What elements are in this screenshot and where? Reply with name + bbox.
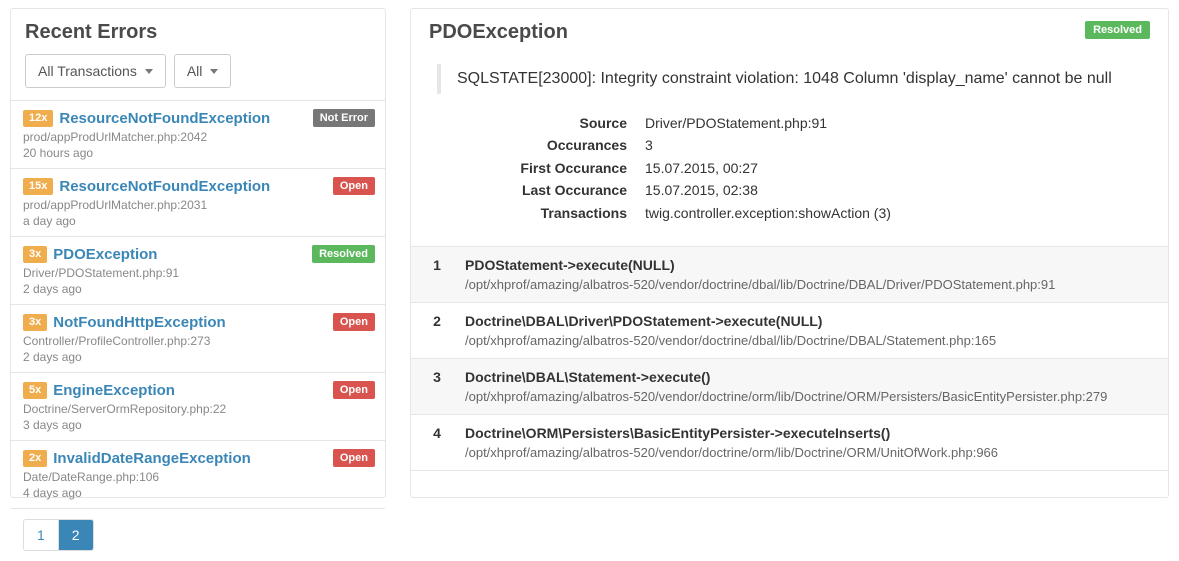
trace-number: 2 xyxy=(429,313,445,348)
error-name-link[interactable]: ResourceNotFoundException xyxy=(59,110,270,127)
recent-errors-panel: Recent Errors All Transactions All 12x Re… xyxy=(10,8,386,498)
trace-row[interactable]: 3 Doctrine\DBAL\Statement->execute() /opt/… xyxy=(411,359,1168,415)
meta-value: 15.07.2015, 02:38 xyxy=(645,179,758,201)
trace-number: 4 xyxy=(429,425,445,460)
error-file: Driver/PDOStatement.php:91 xyxy=(23,266,373,280)
filter-transactions-label: All Transactions xyxy=(38,63,137,79)
status-badge: Resolved xyxy=(312,245,375,263)
meta-table: Source Driver/PDOStatement.php:91 Occura… xyxy=(437,112,1142,224)
error-time: 3 days ago xyxy=(23,418,373,432)
count-badge: 5x xyxy=(23,382,47,399)
status-badge: Open xyxy=(333,381,375,399)
meta-row-last: Last Occurance 15.07.2015, 02:38 xyxy=(437,179,1142,201)
page-link-1[interactable]: 1 xyxy=(24,520,59,550)
status-badge: Not Error xyxy=(313,109,375,127)
stack-trace-list: 1 PDOStatement->execute(NULL) /opt/xhprof/… xyxy=(411,246,1168,497)
error-list-item[interactable]: 15x ResourceNotFoundException prod/appProd… xyxy=(11,169,385,237)
meta-value: 15.07.2015, 00:27 xyxy=(645,157,758,179)
error-message: SQLSTATE[23000]: Integrity constraint vi… xyxy=(437,64,1142,94)
pagination: 1 2 xyxy=(11,508,385,561)
error-name-link[interactable]: PDOException xyxy=(53,246,157,263)
error-list: 12x ResourceNotFoundException prod/appProd… xyxy=(11,100,385,508)
error-file: prod/appProdUrlMatcher.php:2031 xyxy=(23,198,373,212)
filter-row: All Transactions All xyxy=(11,54,385,100)
trace-path: /opt/xhprof/amazing/albatros-520/vendor/… xyxy=(465,445,1150,460)
error-name-link[interactable]: ResourceNotFoundException xyxy=(59,178,270,195)
meta-label: First Occurance xyxy=(437,157,627,179)
error-file: Controller/ProfileController.php:273 xyxy=(23,334,373,348)
trace-row[interactable]: 2 Doctrine\DBAL\Driver\PDOStatement->exec… xyxy=(411,303,1168,359)
sidebar-header: Recent Errors xyxy=(11,9,385,54)
meta-label: Transactions xyxy=(437,202,627,224)
error-name-link[interactable]: NotFoundHttpException xyxy=(53,314,225,331)
meta-label: Source xyxy=(437,112,627,134)
error-list-item[interactable]: 3x NotFoundHttpException Controller/Profil… xyxy=(11,305,385,373)
trace-call: Doctrine\DBAL\Driver\PDOStatement->execu… xyxy=(465,313,1150,329)
status-badge: Open xyxy=(333,177,375,195)
trace-call: Doctrine\ORM\Persisters\BasicEntityPersi… xyxy=(465,425,1150,441)
meta-value: twig.controller.exception:showAction (3) xyxy=(645,202,891,224)
detail-status-badge: Resolved xyxy=(1085,21,1150,39)
error-name-link[interactable]: EngineException xyxy=(53,382,175,399)
count-badge: 15x xyxy=(23,178,53,195)
filter-types-label: All xyxy=(187,63,203,79)
chevron-down-icon xyxy=(210,69,218,74)
trace-number: 3 xyxy=(429,369,445,404)
status-badge: Open xyxy=(333,449,375,467)
error-list-item[interactable]: 5x EngineException Doctrine/ServerOrmRepos… xyxy=(11,373,385,441)
filter-types-dropdown[interactable]: All xyxy=(174,54,232,88)
error-file: Date/DateRange.php:106 xyxy=(23,470,373,484)
trace-path: /opt/xhprof/amazing/albatros-520/vendor/… xyxy=(465,277,1150,292)
sidebar-title: Recent Errors xyxy=(25,21,371,44)
count-badge: 12x xyxy=(23,110,53,127)
meta-row-occurances: Occurances 3 xyxy=(437,134,1142,156)
error-time: 2 days ago xyxy=(23,282,373,296)
meta-label: Occurances xyxy=(437,134,627,156)
error-detail-panel: PDOException Resolved SQLSTATE[23000]: I… xyxy=(410,8,1169,498)
trace-row[interactable]: 1 PDOStatement->execute(NULL) /opt/xhprof/… xyxy=(411,247,1168,303)
filter-transactions-dropdown[interactable]: All Transactions xyxy=(25,54,166,88)
error-time: a day ago xyxy=(23,214,373,228)
error-list-item[interactable]: 2x InvalidDateRangeException Date/DateRang… xyxy=(11,441,385,508)
count-badge: 2x xyxy=(23,450,47,467)
status-badge: Open xyxy=(333,313,375,331)
meta-value: Driver/PDOStatement.php:91 xyxy=(645,112,827,134)
trace-path: /opt/xhprof/amazing/albatros-520/vendor/… xyxy=(465,389,1150,404)
error-name-link[interactable]: InvalidDateRangeException xyxy=(53,450,251,467)
meta-row-first: First Occurance 15.07.2015, 00:27 xyxy=(437,157,1142,179)
error-list-item[interactable]: 12x ResourceNotFoundException prod/appProd… xyxy=(11,101,385,169)
trace-call: Doctrine\DBAL\Statement->execute() xyxy=(465,369,1150,385)
detail-title: PDOException xyxy=(429,21,568,44)
error-file: Doctrine/ServerOrmRepository.php:22 xyxy=(23,402,373,416)
meta-row-transactions: Transactions twig.controller.exception:s… xyxy=(437,202,1142,224)
error-time: 20 hours ago xyxy=(23,146,373,160)
trace-path: /opt/xhprof/amazing/albatros-520/vendor/… xyxy=(465,333,1150,348)
error-list-item[interactable]: 3x PDOException Driver/PDOStatement.php:91… xyxy=(11,237,385,305)
trace-call: PDOStatement->execute(NULL) xyxy=(465,257,1150,273)
chevron-down-icon xyxy=(145,69,153,74)
count-badge: 3x xyxy=(23,314,47,331)
error-time: 4 days ago xyxy=(23,486,373,500)
meta-label: Last Occurance xyxy=(437,179,627,201)
count-badge: 3x xyxy=(23,246,47,263)
error-time: 2 days ago xyxy=(23,350,373,364)
error-file: prod/appProdUrlMatcher.php:2042 xyxy=(23,130,373,144)
trace-row[interactable]: 4 Doctrine\ORM\Persisters\BasicEntityPers… xyxy=(411,415,1168,471)
detail-header: PDOException Resolved xyxy=(411,9,1168,44)
meta-row-source: Source Driver/PDOStatement.php:91 xyxy=(437,112,1142,134)
meta-value: 3 xyxy=(645,134,653,156)
trace-number: 1 xyxy=(429,257,445,292)
page-link-2[interactable]: 2 xyxy=(59,520,93,550)
